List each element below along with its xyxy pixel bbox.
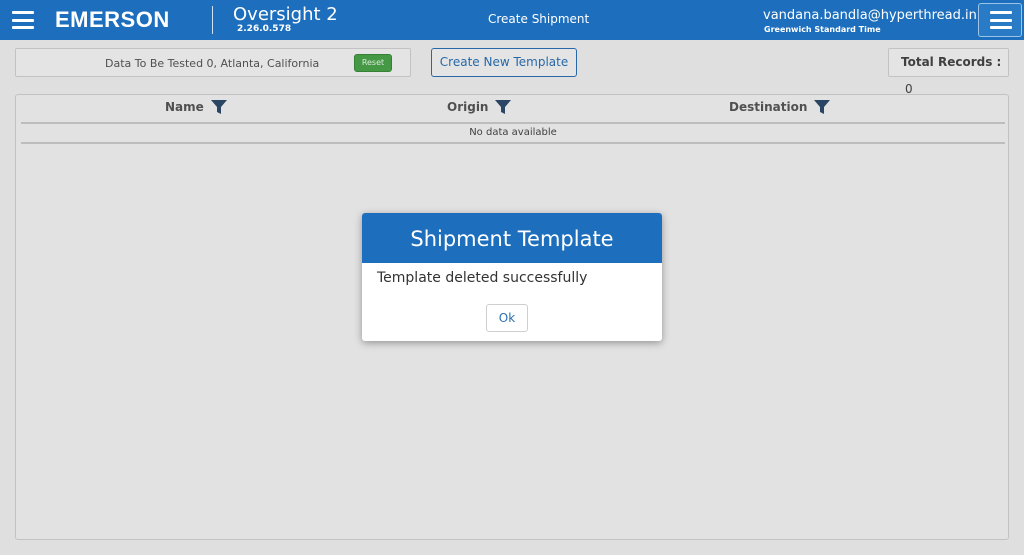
- left-menu-icon[interactable]: [12, 11, 34, 29]
- user-email[interactable]: vandana.bandla@hyperthread.in: [763, 8, 977, 23]
- hamburger-menu-icon: [990, 11, 1012, 29]
- brand-logo: EMERSON: [55, 7, 170, 32]
- dialog-title: Shipment Template: [362, 213, 662, 263]
- dialog-message: Template deleted successfully: [377, 270, 588, 286]
- page-title: Create Shipment: [488, 12, 590, 26]
- confirmation-dialog: Shipment Template Template deleted succe…: [362, 213, 662, 341]
- right-menu-button[interactable]: [978, 3, 1022, 37]
- app-name: Oversight 2: [233, 4, 338, 25]
- user-timezone: Greenwich Standard Time: [764, 25, 881, 34]
- ok-button[interactable]: Ok: [486, 304, 528, 332]
- app-version: 2.26.0.578: [237, 24, 292, 34]
- brand-divider: [212, 6, 213, 34]
- top-bar: EMERSON Oversight 2 2.26.0.578 Create Sh…: [0, 0, 1024, 40]
